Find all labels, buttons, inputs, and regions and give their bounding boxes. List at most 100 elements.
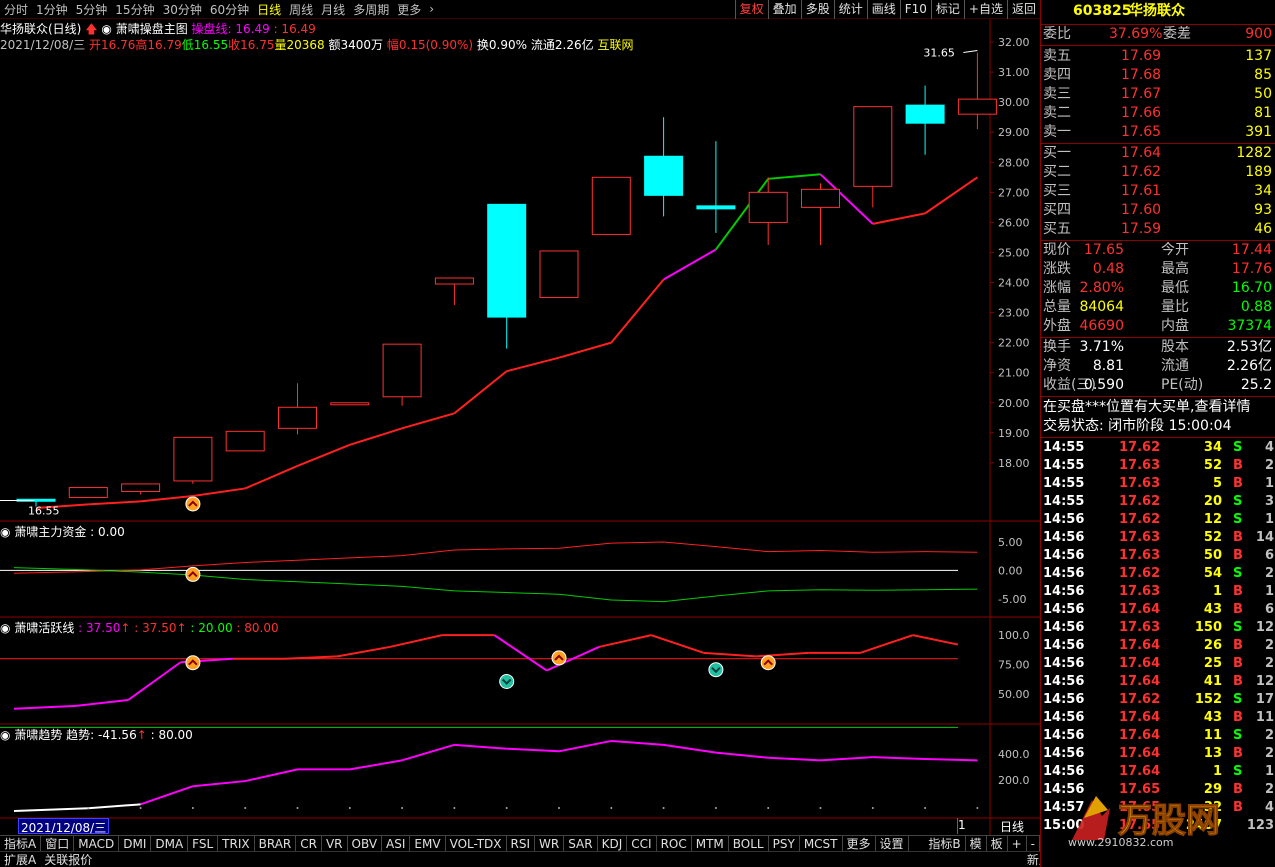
indicator-tab[interactable]: KDJ: [598, 835, 628, 852]
row-label: 涨幅: [1043, 280, 1071, 296]
indicator-tab[interactable]: DMA: [151, 835, 189, 852]
toolbar-button[interactable]: +自选: [963, 0, 1007, 19]
candle-body: [487, 203, 527, 318]
indicator-tab[interactable]: SAR: [564, 835, 598, 852]
indicator-tab[interactable]: EMV: [410, 835, 446, 852]
indicator-tab[interactable]: MCST: [800, 835, 843, 852]
indicator-tab[interactable]: ROC: [657, 835, 692, 852]
cursor-date-label: 2021/12/08/三: [18, 818, 110, 835]
indicator-tab-right[interactable]: +: [1008, 835, 1027, 852]
trend-line: [506, 747, 560, 753]
toolbar-button[interactable]: 画线: [866, 0, 900, 19]
period-tab[interactable]: 5分钟: [72, 1, 112, 18]
bid-row[interactable]: 买四 17.60 93: [1041, 201, 1275, 220]
active-line: [127, 661, 182, 701]
tick-row: 14:55 17.62 34 S 4: [1041, 439, 1275, 457]
indicator-tab[interactable]: 更多: [843, 835, 876, 852]
toolbar-button[interactable]: 统计: [833, 0, 867, 19]
period-tab[interactable]: 多周期: [349, 1, 393, 18]
indicator-tab[interactable]: VR: [322, 835, 348, 852]
bid-row[interactable]: 买三 17.61 34: [1041, 182, 1275, 201]
panel-toggle-icon[interactable]: ◉: [0, 525, 10, 539]
bottom-tab[interactable]: 关联报价: [40, 851, 96, 867]
panel-toggle-icon[interactable]: ◉: [0, 621, 10, 635]
indicator-tab[interactable]: VOL-TDX: [446, 835, 507, 852]
ask-row[interactable]: 卖四 17.68 85: [1041, 66, 1275, 85]
period-tab[interactable]: 日线: [253, 1, 285, 18]
tick-price: 17.65: [1119, 800, 1161, 815]
indicator-tab[interactable]: MTM: [692, 835, 729, 852]
active-line: [860, 634, 914, 654]
tick-price: 17.62: [1119, 566, 1161, 581]
sector-value[interactable]: 互联网: [597, 38, 633, 52]
row-value-2: 25.2: [1240, 377, 1272, 393]
toolbar-button[interactable]: 标记: [930, 0, 964, 19]
indicator-tab[interactable]: 设置: [876, 835, 909, 852]
buy-signal-icon: [185, 655, 201, 671]
indicator-name[interactable]: 萧啸操盘主图: [116, 22, 188, 36]
indicator-tab[interactable]: TRIX: [218, 835, 255, 852]
period-tab[interactable]: 1分钟: [32, 1, 72, 18]
trend-line: [349, 759, 403, 771]
ask-row[interactable]: 卖三 17.67 50: [1041, 85, 1275, 104]
indicator-tab[interactable]: WR: [535, 835, 565, 852]
indicator-tab[interactable]: DMI: [119, 835, 152, 852]
baseline-dot: [558, 807, 560, 809]
tick-direction: B: [1233, 782, 1243, 797]
indicator-tab[interactable]: CR: [296, 835, 322, 852]
bid-price: 17.61: [1121, 183, 1162, 199]
period-tab[interactable]: 更多: [393, 1, 425, 18]
indicator-tab-right[interactable]: -: [1027, 835, 1040, 852]
indicator-tab[interactable]: 指标A: [0, 835, 42, 852]
indicator-tab[interactable]: FSL: [188, 835, 219, 852]
period-tab[interactable]: 15分钟: [111, 1, 158, 18]
indicator-tab[interactable]: MACD: [74, 835, 120, 852]
tick-price: 17.64: [1119, 710, 1161, 725]
row-value: 17.65: [1083, 242, 1124, 258]
toolbar-button[interactable]: 返回: [1006, 0, 1040, 19]
bid-row[interactable]: 买一 17.64 1282: [1041, 144, 1275, 163]
toolbar-button[interactable]: 复权: [734, 0, 768, 19]
indicator-tab[interactable]: BOLL: [729, 835, 769, 852]
indicator-tab[interactable]: BRAR: [255, 835, 297, 852]
kline-chart[interactable]: 32.00 31.00 30.00 29.00 28.00 27.00 26.00 25.00…: [0, 19, 1040, 835]
tick-volume: 1: [1212, 584, 1222, 599]
indicator-tab[interactable]: OBV: [348, 835, 383, 852]
panel-toggle-icon[interactable]: ◉: [0, 728, 10, 742]
indicator-tab[interactable]: CCI: [627, 835, 657, 852]
ma-line: [88, 500, 141, 506]
notice-row[interactable]: 在买盘***位置有大买单,查看详情: [1041, 398, 1275, 417]
period-tab[interactable]: 分时: [0, 1, 32, 18]
indicator-tab[interactable]: RSI: [507, 835, 536, 852]
chevron-right-icon[interactable]: ›: [425, 2, 438, 16]
indicator-tab[interactable]: ASI: [382, 835, 411, 852]
toolbar-button[interactable]: 多股: [800, 0, 834, 19]
quote-panel: 603825 华扬联众 委比 37.69% 委差 900 卖五 17.69 137 卖…: [1040, 0, 1275, 867]
period-tab[interactable]: 30分钟: [159, 1, 206, 18]
bottom-tab[interactable]: 扩展A: [0, 851, 40, 867]
indicator-tab-right[interactable]: 指标B: [924, 835, 966, 852]
tick-price: 17.63: [1119, 458, 1161, 473]
period-tab[interactable]: 60分钟: [206, 1, 253, 18]
row-value-2: 37374: [1227, 318, 1272, 334]
toolbar-button[interactable]: F10: [899, 0, 931, 19]
bid-row[interactable]: 买二 17.62 189: [1041, 163, 1275, 182]
ask-row[interactable]: 卖五 17.69 137: [1041, 47, 1275, 66]
ask-row[interactable]: 卖二 17.66 81: [1041, 104, 1275, 123]
tick-count: 1: [1264, 512, 1274, 527]
indicator-tab-right[interactable]: 板: [987, 835, 1008, 852]
period-tab[interactable]: 周线: [285, 1, 317, 18]
indicator-tab[interactable]: PSY: [769, 835, 800, 852]
period-tab[interactable]: 月线: [317, 1, 349, 18]
indicator-tab[interactable]: 窗口: [41, 835, 75, 852]
indicator-toggle-icon[interactable]: ◉: [101, 22, 111, 36]
ask-row[interactable]: 卖一 17.65 391: [1041, 123, 1275, 142]
bid-row[interactable]: 买五 17.59 46: [1041, 220, 1275, 239]
toolbar-button[interactable]: 叠加: [767, 0, 801, 19]
ask-volume: 85: [1254, 67, 1272, 83]
indicator-tab-right[interactable]: 模: [966, 835, 987, 852]
tick-volume: 11: [1203, 728, 1222, 743]
up-arrow-icon: ↑: [120, 621, 131, 635]
tick-row: 14:56 17.64 13 B 2: [1041, 745, 1275, 763]
big-order-notice[interactable]: 在买盘***位置有大买单,查看详情: [1043, 398, 1250, 417]
